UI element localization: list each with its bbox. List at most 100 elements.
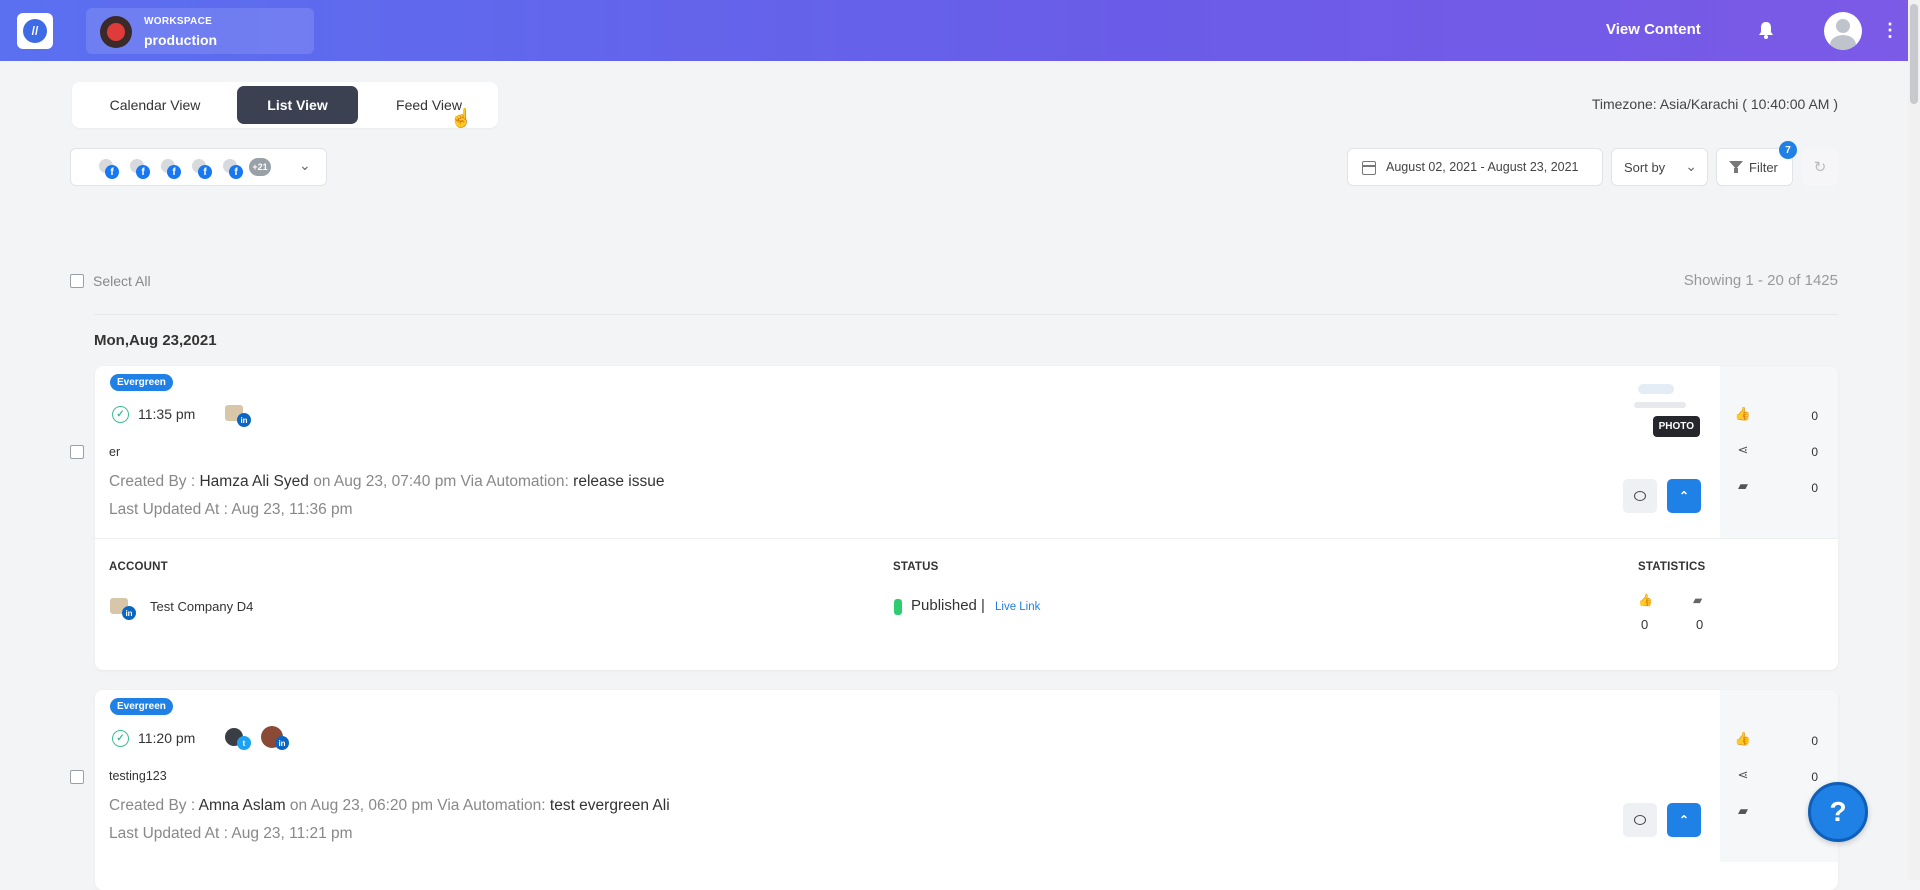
account-avatar: in	[261, 726, 289, 750]
select-all-label: Select All	[93, 273, 151, 289]
comments-icon: ▰	[1738, 803, 1748, 818]
share-icon: ⋖	[1737, 767, 1749, 782]
published-check-icon: ✓	[112, 730, 129, 747]
tab-feed-view[interactable]: Feed View	[366, 86, 492, 124]
view-content-link[interactable]: View Content	[1606, 21, 1701, 38]
user-avatar[interactable]	[1824, 12, 1862, 50]
automation-name[interactable]: release issue	[573, 473, 664, 490]
table-likes-count: 0	[1641, 617, 1649, 632]
twitter-icon: t	[237, 736, 251, 750]
post-checkbox[interactable]	[70, 770, 84, 784]
evergreen-badge: Evergreen	[110, 698, 173, 715]
evergreen-badge: Evergreen	[110, 374, 173, 391]
comment-button[interactable]	[1623, 803, 1657, 837]
facebook-icon: f	[167, 165, 181, 179]
app-logo[interactable]: //	[17, 13, 53, 49]
comment-button[interactable]	[1623, 479, 1657, 513]
post-time: 11:20 pm	[138, 730, 196, 746]
linkedin-icon: in	[275, 736, 289, 750]
author-name[interactable]: Amna Aslam	[199, 797, 286, 814]
created-prefix: Created By :	[109, 797, 199, 814]
likes-count: 0	[1811, 734, 1818, 748]
workspace-label: WORKSPACE	[144, 16, 213, 27]
account-avatar: f	[223, 159, 243, 179]
collapse-button[interactable]: ⌃	[1667, 479, 1701, 513]
shares-count: 0	[1811, 770, 1818, 784]
column-header-statistics: STATISTICS	[1638, 561, 1706, 573]
date-group-heading: Mon,Aug 23,2021	[94, 332, 217, 349]
linkedin-icon: in	[122, 606, 136, 620]
calendar-icon	[1362, 161, 1376, 175]
sort-dropdown[interactable]: Sort by ⌄	[1611, 148, 1708, 186]
sort-label: Sort by	[1624, 159, 1666, 175]
refresh-icon[interactable]: ↻	[1802, 148, 1838, 186]
author-name[interactable]: Hamza Ali Syed	[199, 473, 308, 490]
select-all-checkbox[interactable]	[70, 274, 84, 288]
view-tabs: Calendar View List View Feed View	[72, 82, 498, 128]
created-by-line: Created By : Hamza Ali Syed on Aug 23, 0…	[109, 473, 664, 491]
tab-list-view[interactable]: List View	[237, 86, 358, 124]
post-stats-panel: 👍 0 ⋖ 0 ▰ 0	[1720, 366, 1838, 538]
logo-mark-icon: //	[23, 19, 47, 43]
linkedin-icon: in	[237, 413, 251, 427]
like-icon: 👍	[1734, 731, 1752, 746]
post-card: 👍 0 ⋖ 0 ▰ 0 Evergreen ✓ 11:35 pm in er C…	[95, 366, 1838, 670]
hand-cursor-icon: ☝	[450, 108, 473, 128]
account-avatar: f	[99, 159, 119, 179]
created-by-line: Created By : Amna Aslam on Aug 23, 06:20…	[109, 797, 670, 815]
filter-count-badge: 7	[1779, 141, 1797, 159]
facebook-icon: f	[105, 165, 119, 179]
top-bar: // WORKSPACE production View Content ⋮	[0, 0, 1908, 61]
scrollbar-thumb[interactable]	[1910, 4, 1918, 104]
facebook-icon: f	[198, 165, 212, 179]
filter-label: Filter	[1749, 159, 1778, 175]
last-updated-line: Last Updated At : Aug 23, 11:36 pm	[109, 501, 353, 518]
workspace-name: production	[144, 32, 218, 48]
comments-count: 0	[1811, 481, 1818, 495]
like-icon: 👍	[1734, 406, 1752, 421]
account-avatar: f	[161, 159, 181, 179]
facebook-icon: f	[136, 165, 150, 179]
post-text: testing123	[109, 769, 167, 783]
account-avatar: in	[110, 598, 136, 620]
help-button[interactable]: ?	[1808, 782, 1868, 842]
bell-icon[interactable]	[1756, 20, 1776, 40]
likes-count: 0	[1811, 409, 1818, 423]
comment-icon	[1634, 491, 1646, 501]
like-icon: 👍	[1638, 593, 1653, 607]
account-name: Test Company D4	[150, 599, 254, 614]
last-updated-line: Last Updated At : Aug 23, 11:21 pm	[109, 825, 353, 842]
table-comments-count: 0	[1696, 617, 1704, 632]
chevron-down-icon: ⌄	[299, 157, 311, 173]
tab-calendar-view[interactable]: Calendar View	[80, 86, 230, 124]
status-text: Published |	[911, 597, 985, 614]
post-text: er	[109, 445, 121, 459]
chevron-down-icon: ⌄	[1685, 158, 1697, 174]
account-avatar: in	[225, 405, 251, 427]
account-avatar: t	[225, 728, 251, 750]
share-icon: ⋖	[1737, 442, 1749, 457]
divider	[95, 538, 1838, 539]
column-header-account: ACCOUNT	[109, 561, 168, 573]
more-menu-icon[interactable]: ⋮	[1881, 20, 1899, 40]
automation-name[interactable]: test evergreen Ali	[550, 797, 670, 814]
post-checkbox[interactable]	[70, 445, 84, 459]
accounts-dropdown[interactable]: f f f f f +21 ⌄	[70, 148, 327, 186]
account-avatar: f	[192, 159, 212, 179]
shares-count: 0	[1811, 445, 1818, 459]
live-link[interactable]: Live Link	[995, 601, 1040, 613]
workspace-switcher[interactable]: WORKSPACE production	[86, 8, 314, 54]
more-accounts-count: +21	[249, 158, 271, 176]
post-card: 👍 0 ⋖ 0 ▰ Evergreen ✓ 11:20 pm t in test…	[95, 690, 1838, 890]
page-scrollbar[interactable]	[1908, 0, 1920, 880]
date-range-value: August 02, 2021 - August 23, 2021	[1386, 160, 1579, 174]
status-indicator	[894, 599, 902, 615]
comments-icon: ▰	[1693, 593, 1703, 607]
workspace-avatar	[100, 16, 132, 48]
collapse-button[interactable]: ⌃	[1667, 803, 1701, 837]
timezone-label: Timezone: Asia/Karachi ( 10:40:00 AM )	[1591, 96, 1838, 112]
comments-icon: ▰	[1738, 478, 1748, 493]
created-meta: on Aug 23, 06:20 pm Via Automation:	[285, 797, 550, 814]
pagination-summary: Showing 1 - 20 of 1425	[1683, 272, 1838, 289]
date-range-picker[interactable]: August 02, 2021 - August 23, 2021	[1347, 148, 1603, 186]
